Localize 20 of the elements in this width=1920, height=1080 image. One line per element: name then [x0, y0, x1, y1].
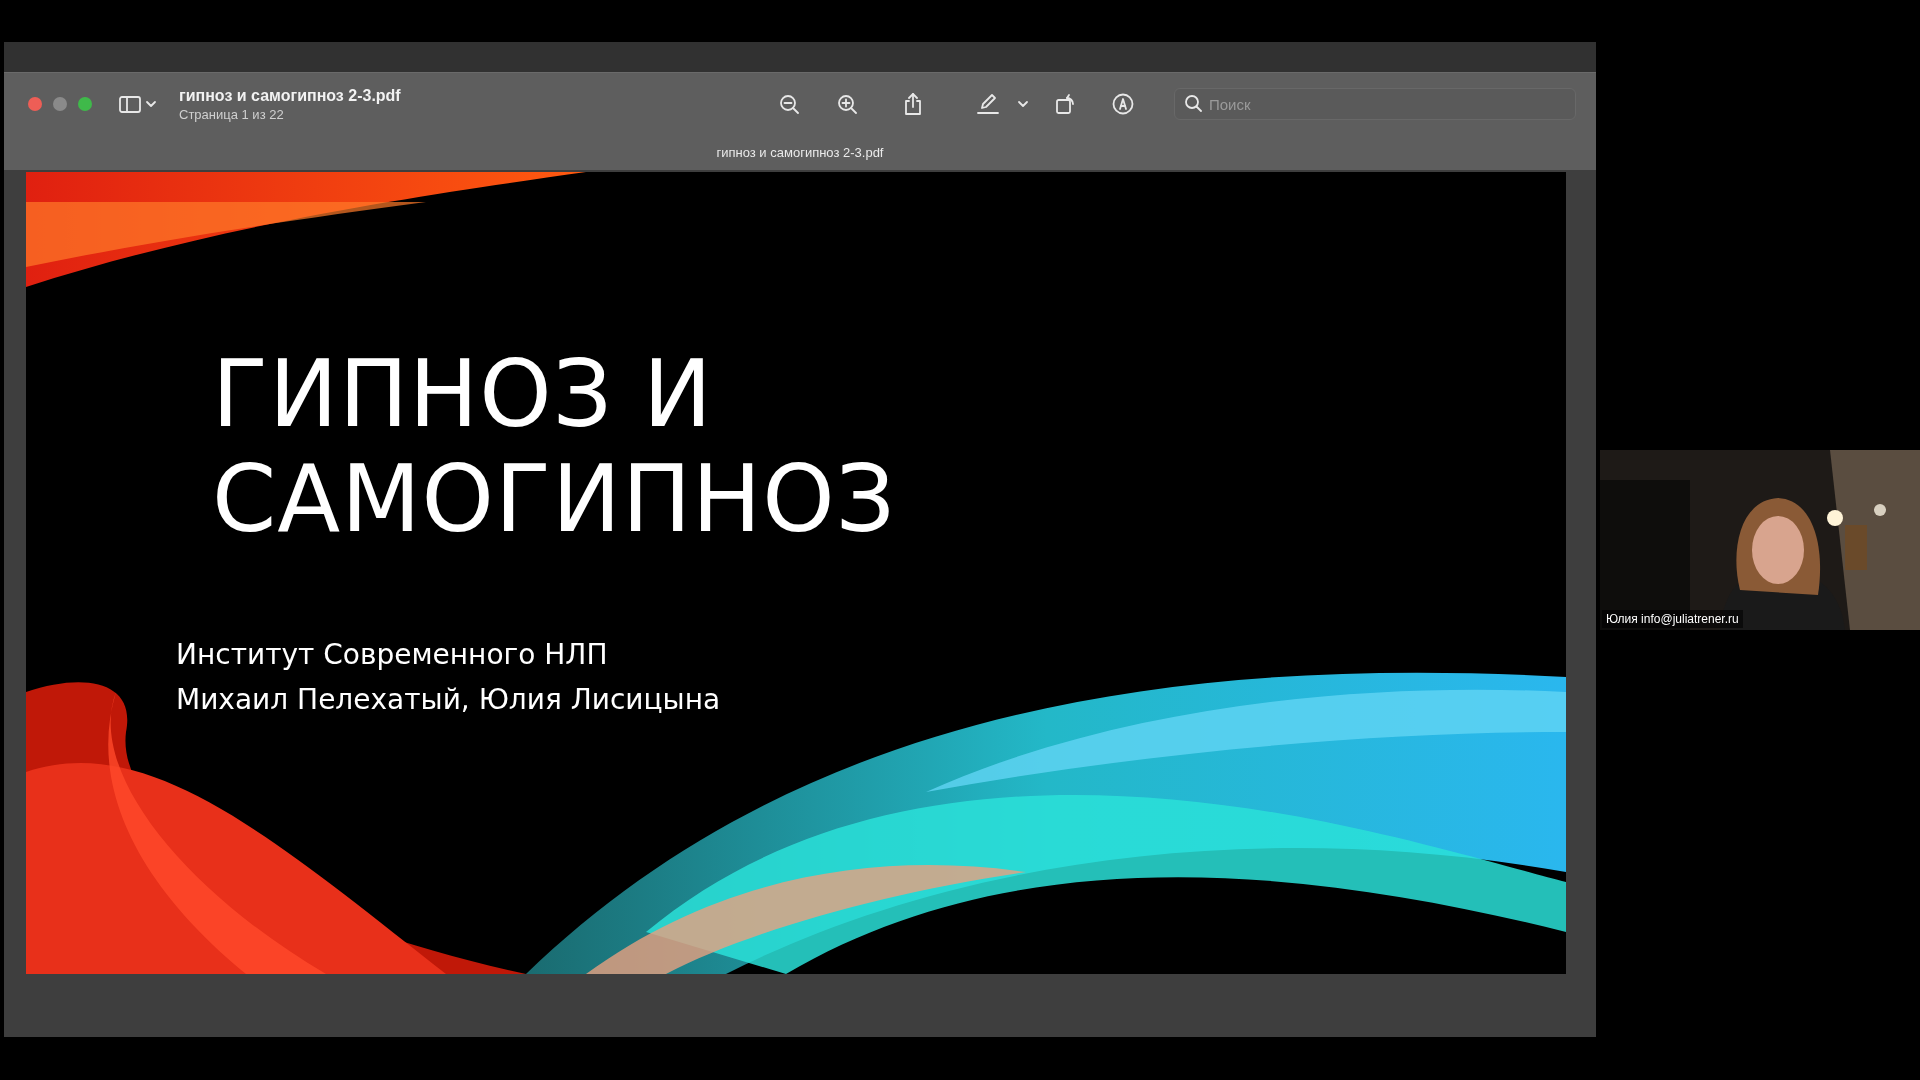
- rotate-icon[interactable]: [1055, 93, 1076, 115]
- zoom-out-icon[interactable]: [779, 94, 799, 114]
- slide-title: САМОГИПНОЗ: [212, 447, 896, 552]
- chevron-down-icon[interactable]: [145, 99, 157, 109]
- zoom-in-icon[interactable]: [837, 94, 857, 114]
- share-icon[interactable]: [903, 93, 923, 115]
- pen-icon[interactable]: [977, 93, 999, 115]
- sidebar-icon[interactable]: [119, 94, 141, 114]
- search-icon: [1184, 94, 1202, 112]
- chevron-down-icon[interactable]: [1017, 99, 1029, 109]
- page-count: Страница 1 из 22: [179, 106, 285, 122]
- search-field[interactable]: Поиск: [1174, 88, 1576, 120]
- slide-title: ГИПНОЗ И: [212, 342, 713, 447]
- document-title: гипноз и самогипноз 2-3.pdf: [179, 86, 402, 105]
- markup-icon[interactable]: [1112, 93, 1134, 115]
- participant-name: Юлия info@juliatrener.ru: [1602, 610, 1743, 628]
- slide-subtitle: Институт Современного НЛП: [176, 637, 608, 673]
- slide-subtitle: Михаил Пелехатый, Юлия Лисицына: [176, 682, 721, 718]
- tab-title: гипноз и самогипноз 2-3.pdf: [716, 145, 884, 160]
- zoom-button[interactable]: [78, 97, 92, 111]
